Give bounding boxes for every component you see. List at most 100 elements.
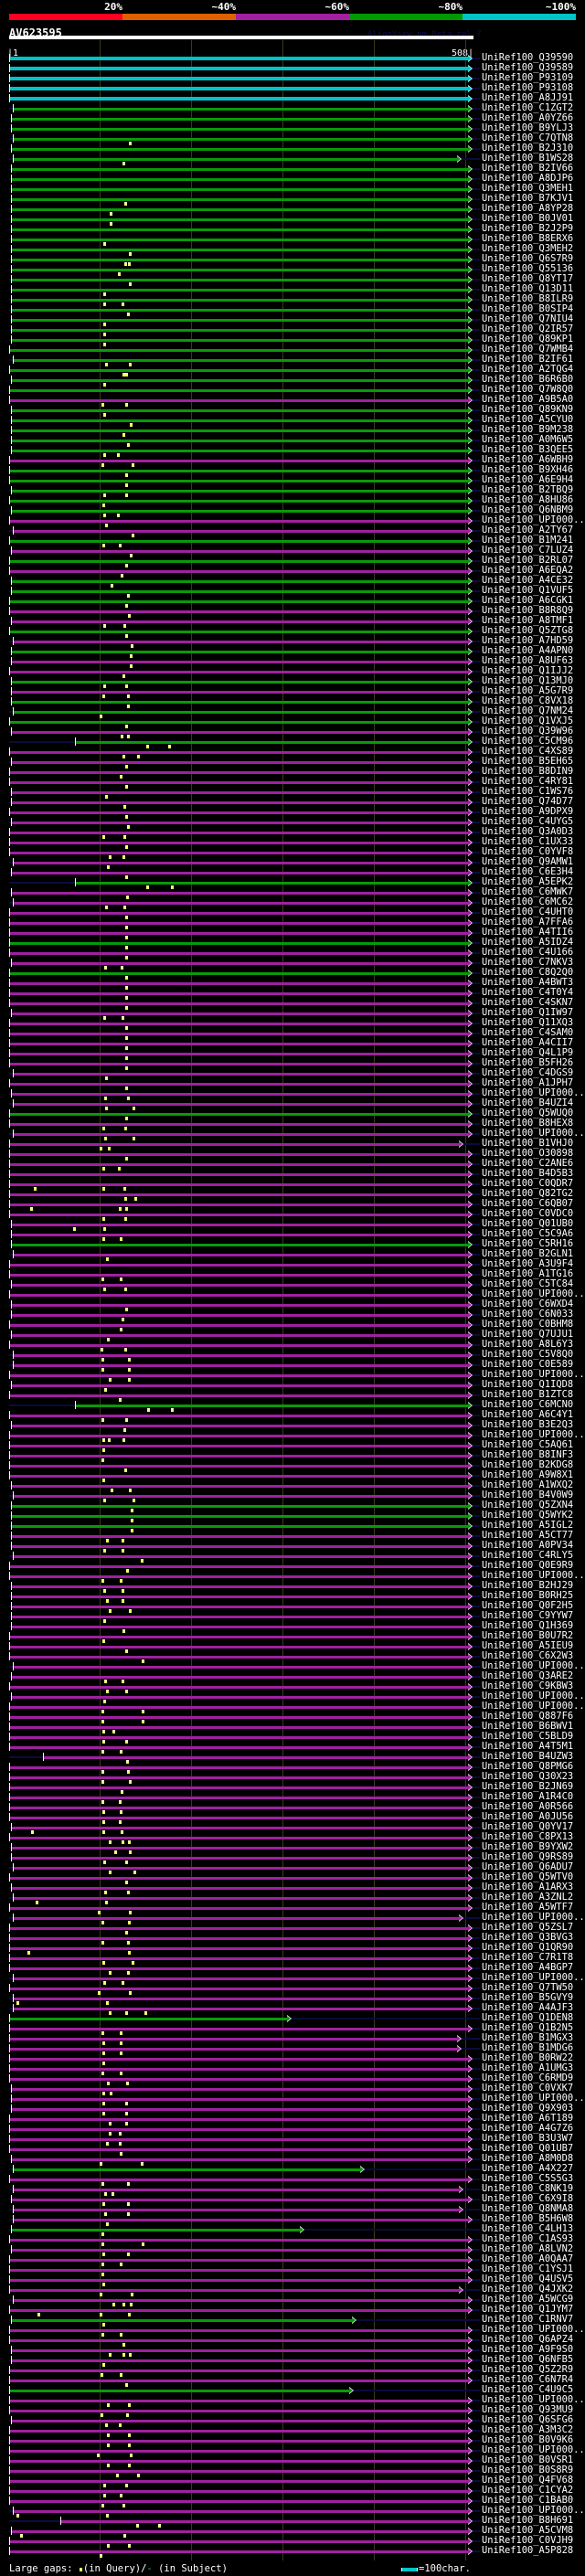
hit-bar[interactable] — [9, 2369, 469, 2372]
hit-bar[interactable] — [9, 2117, 469, 2121]
hit-bar[interactable] — [9, 1062, 469, 1065]
hit-bar[interactable] — [10, 217, 469, 221]
hit-bar[interactable] — [10, 1012, 469, 1015]
hit-bar[interactable] — [9, 1022, 469, 1025]
hit-bar[interactable] — [12, 137, 469, 141]
hit-bar[interactable] — [9, 599, 469, 603]
hit-bar[interactable] — [10, 419, 469, 422]
hit-bar[interactable] — [9, 1956, 469, 1960]
hit-bar[interactable] — [12, 1363, 469, 1367]
hit-bar[interactable] — [9, 1263, 469, 1267]
hit-bar[interactable] — [9, 1213, 469, 1216]
hit-bar[interactable] — [10, 891, 469, 895]
hit-bar[interactable] — [9, 1705, 469, 1709]
hit-bar[interactable] — [9, 780, 469, 784]
hit-bar[interactable] — [10, 328, 469, 332]
hit-bar[interactable] — [12, 1977, 469, 1980]
hit-bar[interactable] — [10, 1333, 469, 1337]
hit-bar[interactable] — [10, 127, 469, 131]
hit-bar[interactable] — [9, 1172, 469, 1176]
hit-bar[interactable] — [9, 921, 469, 925]
hit-bar[interactable] — [9, 559, 469, 563]
hit-bar[interactable] — [10, 2359, 469, 2362]
hit-bar[interactable] — [12, 1554, 469, 1558]
hit-bar[interactable] — [12, 861, 469, 864]
hit-bar[interactable] — [12, 1866, 469, 1870]
hit-bar[interactable] — [9, 1182, 469, 1186]
hit-bar[interactable] — [10, 2318, 353, 2322]
hit-label-link[interactable]: UniRef100_A5P828 — [482, 2546, 573, 2556]
hit-bar[interactable] — [9, 2479, 469, 2483]
hit-bar[interactable] — [10, 1424, 469, 1427]
hit-bar[interactable] — [9, 2539, 469, 2543]
hit-bar[interactable] — [42, 1755, 469, 1759]
hit-bar[interactable] — [9, 1152, 469, 1156]
hit-bar[interactable] — [9, 569, 469, 573]
hit-bar[interactable] — [10, 1092, 469, 1096]
hit-bar[interactable] — [10, 167, 469, 171]
hit-bar[interactable] — [9, 1162, 469, 1166]
hit-bar[interactable] — [9, 1966, 469, 1970]
hit-bar[interactable] — [10, 660, 469, 663]
hit-bar[interactable] — [10, 2228, 302, 2231]
hit-bar[interactable] — [9, 2469, 469, 2473]
hit-bar[interactable] — [10, 2248, 469, 2252]
hit-bar[interactable] — [9, 1323, 469, 1327]
hit-bar[interactable] — [10, 2348, 469, 2352]
hit-bar[interactable] — [9, 2067, 469, 2071]
hit-bar[interactable] — [9, 1454, 469, 1458]
hit-bar[interactable] — [10, 1383, 469, 1387]
hit-bar[interactable] — [9, 1685, 469, 1689]
hit-bar[interactable] — [10, 821, 469, 824]
hit-bar[interactable] — [10, 278, 469, 281]
hit-bar[interactable] — [10, 1524, 469, 1528]
hit-bar[interactable] — [9, 1112, 469, 1116]
hit-bar[interactable] — [10, 509, 469, 513]
hit-bar[interactable] — [9, 2439, 469, 2443]
hit-bar[interactable] — [9, 1082, 469, 1086]
hit-bar[interactable] — [9, 2027, 469, 2030]
hit-bar[interactable] — [10, 338, 469, 342]
hit-bar[interactable] — [9, 1926, 469, 1930]
hit-bar[interactable] — [10, 489, 469, 493]
hit-bar[interactable] — [10, 579, 469, 583]
hit-bar[interactable] — [9, 2328, 469, 2332]
hit-bar[interactable] — [9, 499, 469, 503]
hit-bar[interactable] — [10, 228, 469, 231]
hit-bar[interactable] — [9, 1836, 469, 1839]
hit-bar[interactable] — [9, 770, 469, 774]
hit-bar[interactable] — [10, 2087, 469, 2091]
hit-bar[interactable] — [9, 2127, 469, 2131]
hit-bar[interactable] — [10, 197, 469, 201]
hit-bar[interactable] — [9, 971, 469, 975]
hit-bar[interactable] — [9, 388, 469, 392]
hit-bar[interactable] — [9, 1776, 469, 1779]
hit-bar[interactable] — [75, 1404, 469, 1407]
hit-bar[interactable] — [12, 157, 459, 161]
hit-bar[interactable] — [10, 2419, 469, 2422]
hit-bar[interactable] — [9, 941, 469, 945]
hit-bar[interactable] — [9, 2278, 469, 2282]
hit-bar[interactable] — [9, 1052, 469, 1055]
hit-bar[interactable] — [9, 1373, 469, 1377]
hit-bar[interactable] — [10, 1695, 469, 1699]
hit-bar[interactable] — [9, 1273, 469, 1277]
hit-bar[interactable] — [10, 408, 469, 412]
hit-bar[interactable] — [10, 207, 469, 211]
hit-bar[interactable] — [12, 358, 469, 362]
hit-bar[interactable] — [10, 700, 469, 704]
hit-bar[interactable] — [9, 2258, 469, 2262]
hit-bar[interactable] — [10, 117, 469, 121]
hit-bar[interactable] — [9, 2017, 288, 2020]
hit-bar[interactable] — [12, 2208, 461, 2211]
hit-bar[interactable] — [10, 298, 469, 302]
hit-bar[interactable] — [10, 439, 469, 442]
hit-bar[interactable] — [10, 1504, 469, 1508]
hit-bar[interactable] — [9, 610, 469, 613]
hit-bar[interactable] — [9, 1816, 469, 1819]
hit-bar[interactable] — [10, 760, 469, 764]
hit-bar[interactable] — [9, 479, 469, 482]
hit-bar[interactable] — [10, 790, 469, 794]
hit-bar[interactable] — [12, 710, 469, 714]
hit-bar[interactable] — [9, 1414, 469, 1417]
